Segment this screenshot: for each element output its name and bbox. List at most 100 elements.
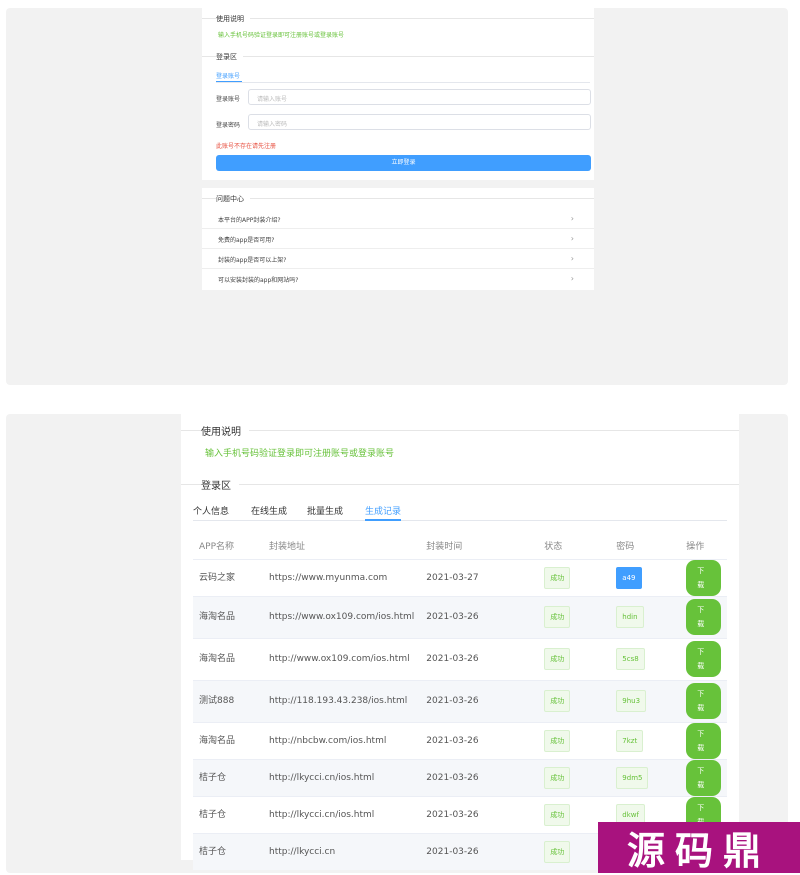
password-label: 登录密码 [216,122,241,129]
tabs-divider [216,82,590,83]
status-badge: 成功 [544,766,571,789]
error-message: 此账号不存在请先注册 [216,143,277,150]
app-name: 桔子仓 [199,846,227,857]
app-url: http://lkycci.cn/ios.html [269,772,375,783]
app-url: http://www.ox109.com/ios.html [269,654,410,664]
table-row: 测试888 http://118.193.43.238/ios.html 202… [193,680,727,722]
records-card: 使用说明 输入手机号码验证登录即可注册账号或登录账号 登录区 个人信息 在线生成… [181,414,739,870]
watermark-text: 源码鼎 [626,829,771,873]
login-panel-preview: 使用说明 输入手机号码验证登录即可注册账号或登录账号 登录区 登录账号 登录账号… [6,8,788,385]
package-time: 2021-03-26 [426,735,479,746]
login-button[interactable]: 立即登录 [216,155,591,171]
status-badge: 成功 [544,840,571,863]
faq-item[interactable]: 免费的app是否可用? › [202,229,594,249]
faq-question: 可以安装封装的app和网站吗? [218,277,299,284]
chevron-right-icon: › [570,254,574,263]
usage-note: 输入手机号码验证登录即可注册账号或登录账号 [205,449,395,459]
section-gap [202,180,594,188]
column-header: 封装地址 [269,542,306,553]
tab-personal-info[interactable]: 个人信息 [193,504,229,517]
password-input[interactable]: 请输入密码 [248,114,591,130]
faq-question: 封装的app是否可以上架? [218,257,287,264]
password-badge[interactable]: 9dm5 [616,766,649,789]
download-button[interactable]: 下载 [686,759,721,796]
chevron-right-icon: › [570,274,574,283]
app-url: http://lkycci.cn/ios.html [269,809,375,820]
download-button[interactable]: 下载 [686,641,721,677]
app-name: 海淘名品 [199,654,236,664]
faq-question: 本平台的APP封装介绍? [218,217,281,224]
download-button[interactable]: 下载 [686,683,721,719]
usage-note: 输入手机号码验证登录即可注册账号或登录账号 [218,32,345,39]
status-badge: 成功 [544,606,571,628]
account-input[interactable]: 请输入账号 [248,89,591,105]
table-row: 云码之家 https://www.myunma.com 2021-03-27 成… [193,559,727,596]
package-time: 2021-03-26 [426,772,479,783]
app-url: http://nbcbw.com/ios.html [269,735,387,746]
app-name: 桔子仓 [199,772,227,783]
app-url: http://118.193.43.238/ios.html [269,696,408,706]
app-url: https://www.ox109.com/ios.html [269,612,415,622]
divider [202,198,594,199]
column-header: 密码 [616,542,635,553]
table-row: 桔子仓 http://lkycci.cn/ios.html 2021-03-26… [193,759,727,796]
table-header-row: APP名称 封装地址 封装时间 状态 密码 操作 [193,533,727,559]
app-name: 海淘名品 [199,612,236,622]
table-row: 海淘名品 http://nbcbw.com/ios.html 2021-03-2… [193,722,727,759]
status-badge: 成功 [544,729,571,752]
package-time: 2021-03-26 [426,809,479,820]
watermark-logo: 源码鼎 [598,822,800,873]
password-badge[interactable]: 9hu3 [616,690,647,712]
app-name: 桔子仓 [199,809,227,820]
login-section-title: 登录区 [216,52,243,62]
package-time: 2021-03-26 [426,654,479,664]
download-button[interactable]: 下载 [686,599,721,635]
usage-title: 使用说明 [216,14,250,24]
download-button[interactable]: 下载 [686,559,721,596]
tab-login-account[interactable]: 登录账号 [216,71,240,80]
status-badge: 成功 [544,648,571,670]
tab-batch-generate[interactable]: 批量生成 [307,504,343,517]
column-header: APP名称 [199,542,235,553]
password-badge[interactable]: 5cs8 [616,648,645,670]
password-badge[interactable]: hdin [616,606,644,628]
package-time: 2021-03-27 [426,572,479,583]
column-header: 操作 [686,542,705,553]
chevron-right-icon: › [570,214,574,223]
download-button[interactable]: 下载 [686,722,721,759]
faq-title: 问题中心 [216,194,250,204]
active-tab-underline [365,519,401,521]
divider [202,56,594,57]
status-badge: 成功 [544,566,571,589]
faq-item[interactable]: 封装的app是否可以上架? › [202,249,594,269]
app-name: 测试888 [199,696,235,706]
app-url: https://www.myunma.com [269,572,388,583]
login-section-title: 登录区 [201,477,239,492]
faq-question: 免费的app是否可用? [218,237,275,244]
password-badge[interactable]: a49 [616,566,642,589]
tabs-divider [193,520,727,521]
column-header: 封装时间 [426,542,463,553]
chevron-right-icon: › [570,234,574,243]
column-header: 状态 [544,542,563,553]
account-label: 登录账号 [216,96,241,103]
app-url: http://lkycci.cn [269,846,336,857]
usage-title: 使用说明 [201,423,249,438]
tab-generate-records[interactable]: 生成记录 [365,504,401,517]
divider [202,18,594,19]
faq-item[interactable]: 可以安装封装的app和网站吗? › [202,269,594,289]
package-time: 2021-03-26 [426,612,479,622]
app-name: 云码之家 [199,572,236,583]
package-time: 2021-03-26 [426,846,479,857]
table-row: 海淘名品 http://www.ox109.com/ios.html 2021-… [193,638,727,680]
status-badge: 成功 [544,803,571,826]
login-card: 使用说明 输入手机号码验证登录即可注册账号或登录账号 登录区 登录账号 登录账号… [202,8,594,290]
divider [181,484,739,485]
password-badge[interactable]: 7kzt [616,729,644,752]
faq-item[interactable]: 本平台的APP封装介绍? › [202,209,594,229]
table-row: 海淘名品 https://www.ox109.com/ios.html 2021… [193,596,727,638]
tab-online-generate[interactable]: 在线生成 [251,504,287,517]
package-time: 2021-03-26 [426,696,479,706]
app-name: 海淘名品 [199,735,236,746]
divider [181,430,739,431]
